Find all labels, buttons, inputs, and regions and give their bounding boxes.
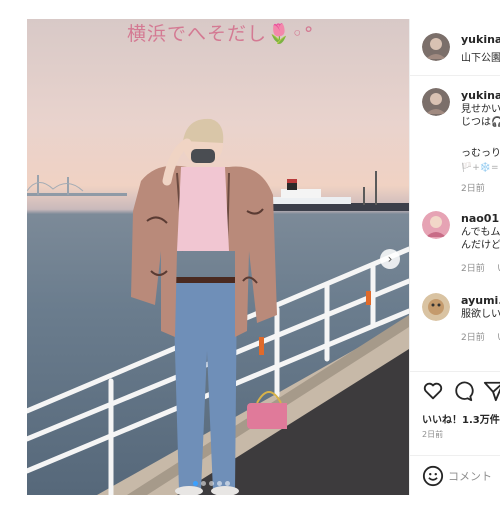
comment-username[interactable]: nao012 <box>461 212 500 225</box>
like-count[interactable]: いいね！1.3万件 <box>422 411 500 426</box>
comment-time: 2日前 <box>461 264 485 274</box>
comment-line: んだけど <box>461 240 500 251</box>
person-figure <box>131 118 287 495</box>
post-date: 2日前 <box>422 430 444 439</box>
comment-time: 2日前 <box>461 184 485 194</box>
avatar[interactable] <box>422 88 450 116</box>
photo-caption-overlay: 横浜でへそだし🌷◦° <box>127 23 315 45</box>
header-username[interactable]: yukina1 <box>461 33 500 46</box>
avatar[interactable] <box>422 33 450 61</box>
post-photo[interactable]: 横浜でへそだし🌷◦° › <box>27 19 409 495</box>
comment-input[interactable] <box>448 466 500 486</box>
comment-icon[interactable] <box>452 380 474 402</box>
share-icon[interactable] <box>483 380 500 402</box>
comment-time: 2日前 <box>461 333 485 343</box>
emoji-icon[interactable] <box>422 465 444 487</box>
comment-username[interactable]: yukina1 <box>461 89 500 102</box>
carousel-dot <box>201 481 206 486</box>
post-header: yukina1 山下公園 <box>410 19 500 76</box>
comment-line: んでもム <box>461 227 500 238</box>
comment-line: じつは🎧 <box>461 117 500 128</box>
avatar[interactable] <box>422 211 450 239</box>
carousel-dot <box>209 481 214 486</box>
carousel-dot <box>193 481 198 486</box>
comment-box <box>410 455 500 495</box>
heart-icon[interactable] <box>422 380 444 402</box>
comment-line: っむっり <box>461 148 500 159</box>
next-arrow-icon[interactable]: › <box>380 249 400 269</box>
comment-username[interactable]: ayumi.r <box>461 294 500 307</box>
comment-line: 見せかい <box>461 104 500 115</box>
post-sidebar: yukina1 山下公園 yukina1 見せかい じつは🎧 っむっり 🏳️+❄… <box>409 19 500 495</box>
avatar[interactable] <box>422 293 450 321</box>
carousel-dots <box>193 481 230 486</box>
carousel-dot <box>225 481 230 486</box>
comment-line: 🏳️+❄️= <box>461 163 499 173</box>
comment-line: 服欲しい <box>461 309 500 320</box>
header-location[interactable]: 山下公園 <box>461 49 500 64</box>
carousel-dot <box>217 481 222 486</box>
